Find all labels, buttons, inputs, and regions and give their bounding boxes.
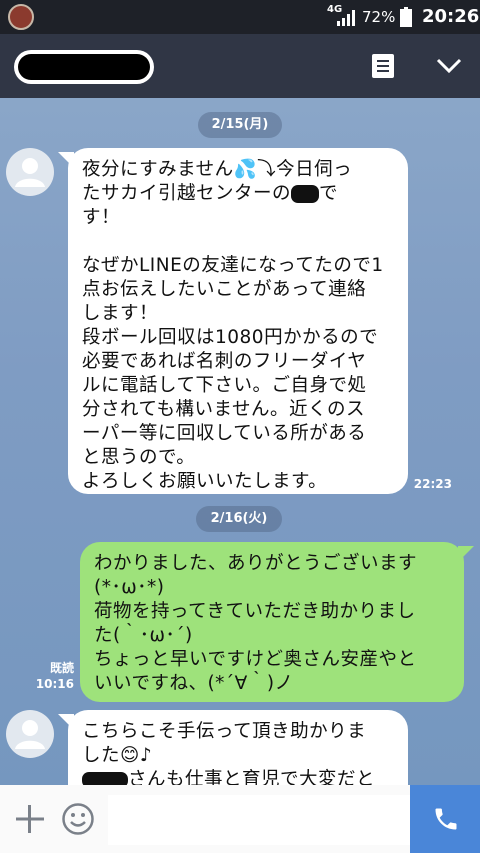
avatar-person-icon bbox=[15, 158, 45, 187]
message-input-bar bbox=[0, 785, 480, 853]
bubble-tail bbox=[458, 546, 474, 562]
redaction-mark bbox=[82, 772, 128, 785]
message-line: と思うので。 bbox=[82, 447, 196, 468]
message-line: します！ bbox=[82, 303, 159, 324]
message-bubble-incoming[interactable]: こちらこそ手伝って頂き助かりま した😊♪ さんも仕事と育児で大変だと bbox=[68, 710, 408, 785]
message-line: わかりました、ありがとうございます bbox=[94, 553, 418, 574]
avatar[interactable] bbox=[6, 148, 54, 196]
message-line: なぜかLINEの友達になってたので1 bbox=[82, 255, 384, 276]
message-line: いいですね、(*´∀｀)ノ bbox=[94, 673, 294, 694]
message-line: す！ bbox=[82, 207, 121, 228]
contact-name-redacted bbox=[18, 54, 150, 80]
message-line: ちょっと早いですけど奥さん安産やと bbox=[94, 649, 417, 670]
phone-icon bbox=[435, 808, 457, 830]
message-line: ーパー等に回収している所がある bbox=[82, 423, 367, 444]
chat-header bbox=[0, 34, 480, 98]
redaction-mark bbox=[291, 185, 320, 203]
notification-app-icon bbox=[8, 4, 34, 30]
message-line: 段ボール回収は1080円かかるので bbox=[82, 327, 379, 348]
message-line: した😊♪ bbox=[82, 745, 153, 766]
plus-icon[interactable] bbox=[14, 803, 46, 835]
emoji-icon[interactable] bbox=[61, 802, 95, 836]
message-line: さんも仕事と育児で大変だと bbox=[128, 769, 376, 785]
chat-area[interactable]: 2/15(月) 夜分にすみません💦⤵今日伺っ たサカイ引越センターの で す！ な… bbox=[0, 98, 480, 785]
message-line: た(｀･ω･´) bbox=[94, 625, 193, 646]
message-line: ルに電話して下さい。ご自身で処 bbox=[82, 375, 367, 396]
message-line: こちらこそ手伝って頂き助かりま bbox=[82, 721, 367, 742]
message-time: 10:16 bbox=[35, 677, 74, 691]
date-separator: 2/16(火) bbox=[196, 506, 282, 532]
message-line: 必要であれば名刺のフリーダイヤ bbox=[82, 351, 367, 372]
message-bubble-incoming[interactable]: 夜分にすみません💦⤵今日伺っ たサカイ引越センターの で す！ なぜかLINEの友… bbox=[68, 148, 408, 494]
message-line: (*･ω･*) bbox=[94, 577, 165, 598]
message-line: 夜分にすみません💦⤵今日伺っ bbox=[82, 159, 353, 180]
date-separator: 2/15(月) bbox=[198, 112, 282, 138]
message-line: 点お伝えしたいことがあって連絡 bbox=[82, 279, 367, 300]
battery-percent: 72% bbox=[362, 8, 396, 26]
avatar[interactable] bbox=[6, 710, 54, 758]
message-meta: 既読 10:16 bbox=[30, 660, 74, 692]
message-line: 荷物を持ってきていただき助かりまし bbox=[94, 601, 416, 622]
message-line: で bbox=[319, 183, 339, 204]
call-button[interactable] bbox=[410, 785, 480, 853]
status-clock: 20:26 bbox=[422, 6, 480, 27]
status-bar: 4G 72% 20:26 bbox=[0, 0, 480, 34]
message-line: たサカイ引越センターの bbox=[82, 183, 292, 204]
signal-icon bbox=[337, 10, 355, 26]
chevron-down-icon[interactable] bbox=[436, 56, 462, 76]
notes-icon[interactable] bbox=[372, 54, 394, 78]
message-line: 分されても構いません。近くのス bbox=[82, 399, 365, 420]
avatar-person-icon bbox=[15, 720, 45, 749]
message-time: 22:23 bbox=[413, 477, 452, 491]
message-bubble-outgoing[interactable]: わかりました、ありがとうございます (*･ω･*) 荷物を持ってきていただき助か… bbox=[80, 542, 464, 702]
message-line: よろしくお願いいたします。 bbox=[82, 471, 328, 492]
read-receipt: 既読 bbox=[49, 661, 74, 675]
battery-icon bbox=[400, 7, 412, 27]
message-input[interactable] bbox=[108, 795, 412, 845]
